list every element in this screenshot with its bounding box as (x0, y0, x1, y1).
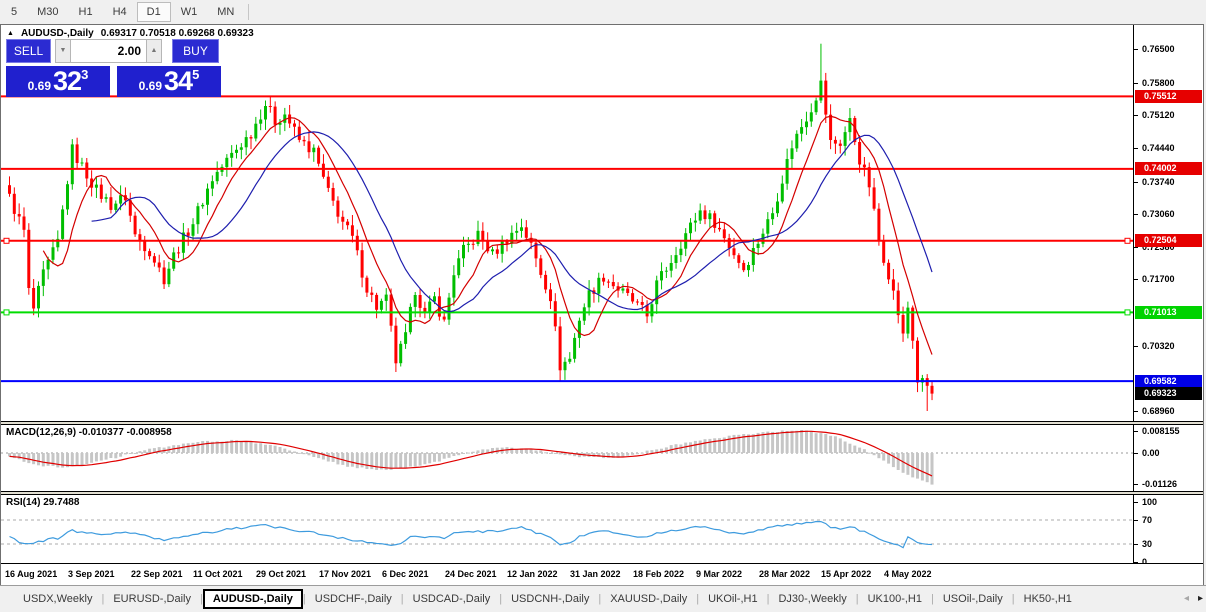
hline-handle[interactable] (4, 310, 9, 315)
tabbar-scroll-left-icon[interactable]: ◂ (1184, 593, 1189, 604)
date-axis-label: 11 Oct 2021 (193, 569, 243, 579)
date-axis-label: 15 Apr 2022 (821, 569, 871, 579)
chart-tab-xauusd-daily[interactable]: XAUUSD-,Daily (601, 589, 696, 609)
candles (8, 44, 934, 411)
chart-tab-audusd-daily[interactable]: AUDUSD-,Daily (203, 589, 303, 609)
date-axis-label: 18 Feb 2022 (633, 569, 684, 579)
chart-tab-usdchf-daily[interactable]: USDCHF-,Daily (306, 589, 401, 609)
volume-decrease-button[interactable]: ▼ (55, 39, 71, 63)
price-axis: 0.765000.758000.751200.744400.737400.730… (1133, 25, 1203, 563)
date-axis-label: 6 Dec 2021 (382, 569, 429, 579)
buy-price-big: 34 (164, 68, 192, 95)
buy-price-pip: 5 (192, 67, 199, 82)
chart-tab-usdcnh-daily[interactable]: USDCNH-,Daily (502, 589, 598, 609)
toolbar-separator (248, 4, 249, 20)
price-badge: 0.75512 (1135, 90, 1202, 103)
rsi-indicator-label: RSI(14) 29.7488 (6, 497, 79, 508)
chart-tab-usdx-weekly[interactable]: USDX,Weekly (14, 589, 101, 609)
price-badge: 0.71013 (1135, 306, 1202, 319)
date-axis-label: 9 Mar 2022 (696, 569, 742, 579)
timeframe-button-m30[interactable]: M30 (27, 2, 68, 22)
price-badge: 0.74002 (1135, 162, 1202, 175)
chart-tab-dj30-weekly[interactable]: DJ30-,Weekly (769, 589, 855, 609)
chart-title: ▲ AUDUSD-,Daily 0.69317 0.70518 0.69268 … (7, 28, 254, 39)
buy-button[interactable]: BUY (172, 39, 219, 63)
buy-price-prefix: 0.69 (139, 79, 162, 93)
sell-button[interactable]: SELL (6, 39, 51, 63)
symbol-period-label: AUDUSD-,Daily (21, 28, 94, 39)
chart-tab-bar: USDX,Weekly|EURUSD-,Daily|AUDUSD-,Daily|… (0, 585, 1206, 612)
chart-tab-usoil-daily[interactable]: USOil-,Daily (934, 589, 1012, 609)
sell-price-display[interactable]: 0.69 32 3 (6, 66, 110, 97)
timeframe-button-w1[interactable]: W1 (171, 2, 208, 22)
timeframe-button-5[interactable]: 5 (1, 2, 27, 22)
timeframe-toolbar: 5M30H1H4D1W1MN (0, 0, 1206, 24)
chart-tab-ukoil-h1[interactable]: UKOil-,H1 (699, 589, 767, 609)
sell-price-big: 32 (53, 68, 81, 95)
price-badge: 0.69323 (1135, 387, 1202, 400)
chart-tab-usdcad-daily[interactable]: USDCAD-,Daily (404, 589, 500, 609)
volume-input[interactable] (71, 39, 146, 63)
tab-scroll-arrows: ◂▸ (1180, 593, 1203, 604)
volume-increase-button[interactable]: ▲ (146, 39, 162, 63)
date-axis-label: 12 Jan 2022 (507, 569, 558, 579)
date-axis-label: 22 Sep 2021 (131, 569, 183, 579)
hline-handle[interactable] (4, 238, 9, 243)
date-axis-label: 16 Aug 2021 (5, 569, 57, 579)
rsi-pane-canvas[interactable] (1, 495, 1133, 563)
date-axis-label: 17 Nov 2021 (319, 569, 371, 579)
timeframe-button-d1[interactable]: D1 (137, 2, 171, 22)
collapse-triangle-icon[interactable]: ▲ (7, 30, 14, 37)
date-axis-label: 29 Oct 2021 (256, 569, 306, 579)
date-axis: 16 Aug 2021 3 Sep 2021 22 Sep 2021 11 Oct 2… (1, 563, 1203, 585)
macd-indicator-label: MACD(12,26,9) -0.010377 -0.008958 (6, 427, 172, 438)
chart-window: ▲ AUDUSD-,Daily 0.69317 0.70518 0.69268 … (0, 24, 1204, 585)
buy-price-display[interactable]: 0.69 34 5 (117, 66, 221, 97)
pane-divider[interactable] (1, 491, 1203, 495)
date-axis-label: 28 Mar 2022 (759, 569, 810, 579)
date-axis-label: 24 Dec 2021 (445, 569, 497, 579)
hline-handle[interactable] (1125, 310, 1130, 315)
price-badge: 0.72504 (1135, 234, 1202, 247)
ohlc-values: 0.69317 0.70518 0.69268 0.69323 (101, 28, 254, 39)
hline-handle[interactable] (1125, 238, 1130, 243)
sell-price-pip: 3 (81, 67, 88, 82)
timeframe-button-mn[interactable]: MN (207, 2, 244, 22)
date-axis-label: 31 Jan 2022 (570, 569, 621, 579)
ma-slow-line (92, 132, 932, 312)
tabbar-scroll-right-icon[interactable]: ▸ (1198, 593, 1203, 604)
chart-tab-hk50-h1[interactable]: HK50-,H1 (1015, 589, 1081, 609)
sell-price-prefix: 0.69 (28, 79, 51, 93)
timeframe-button-h1[interactable]: H1 (69, 2, 103, 22)
chart-tab-eurusd-daily[interactable]: EURUSD-,Daily (104, 589, 200, 609)
pane-divider[interactable] (1, 421, 1203, 425)
timeframe-button-h4[interactable]: H4 (103, 2, 137, 22)
chart-tab-uk100-h1[interactable]: UK100-,H1 (859, 589, 931, 609)
date-axis-label: 4 May 2022 (884, 569, 932, 579)
one-click-trading-panel: SELL ▼ ▲ BUY 0.69 32 3 0.69 34 5 (6, 39, 221, 97)
date-axis-label: 3 Sep 2021 (68, 569, 115, 579)
